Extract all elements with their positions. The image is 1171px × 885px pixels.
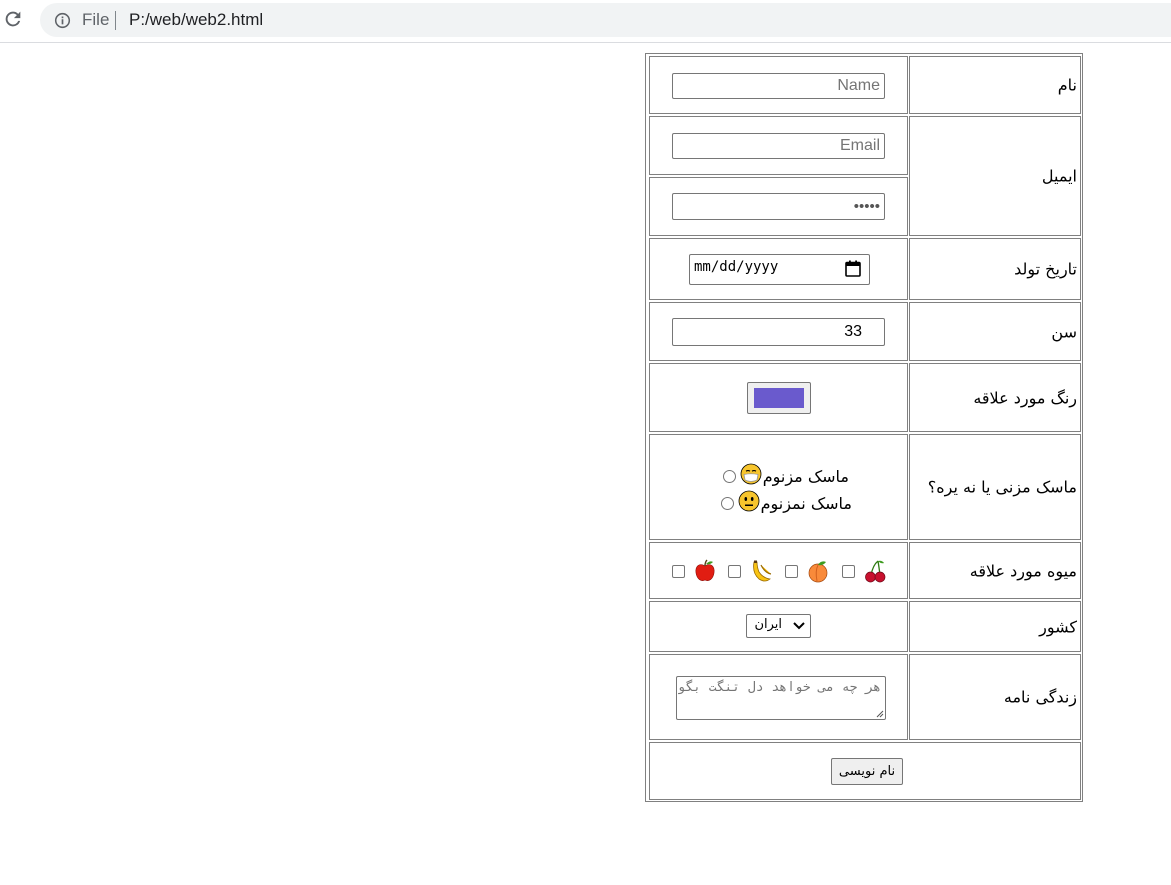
age-input[interactable]: 33 <box>672 318 885 346</box>
banana-checkbox[interactable] <box>728 565 741 578</box>
birthdate-input[interactable]: mm/dd/yyyy <box>689 254 870 285</box>
name-input[interactable] <box>672 73 885 99</box>
cherries-checkbox[interactable] <box>842 565 855 578</box>
birthdate-format: mm/dd/yyyy <box>694 259 779 275</box>
bio-label: زندگی نامه <box>1003 687 1077 707</box>
register-button[interactable]: نام نویسی <box>831 758 903 785</box>
bio-placeholder: هر چه می خواهد دل تنگت بگو <box>677 680 882 695</box>
mask-option-yes-label: ماسک مزنوم <box>762 466 849 486</box>
address-bar[interactable]: File P:/web/web2.html <box>40 3 1171 37</box>
birthdate-label: تاریخ تولد <box>1014 259 1077 279</box>
country-label: کشور <box>1039 617 1077 636</box>
registration-form-table: نام ••••• ایمیل mm/dd/yyyy تاریخ تولد 33 <box>645 53 1083 802</box>
password-dots: ••••• <box>853 198 880 215</box>
fruit-options-cell <box>649 542 908 599</box>
color-label: رنگ مورد علاقه <box>973 388 1077 407</box>
banana-icon <box>753 560 772 582</box>
country-select[interactable]: ایران <box>746 614 811 638</box>
country-selected: ایران <box>754 617 782 632</box>
age-value: 33 <box>844 323 862 340</box>
mask-label-cell: ماسک مزنی یا نه یره؟ <box>909 434 1081 540</box>
browser-toolbar: File P:/web/web2.html <box>0 0 1171 43</box>
info-icon[interactable] <box>54 12 71 29</box>
peach-checkbox[interactable] <box>785 565 798 578</box>
fruit-label-cell: میوه مورد علاقه <box>909 542 1081 599</box>
mask-yes-radio[interactable] <box>722 469 736 483</box>
country-label-cell: کشور <box>909 601 1081 652</box>
mask-option-no-label: ماسک نمزنوم <box>760 493 852 513</box>
age-label: سن <box>1051 322 1077 341</box>
age-input-cell: 33 <box>649 302 908 361</box>
apple-icon <box>695 559 715 581</box>
color-input-cell <box>649 363 908 432</box>
neutral-face-icon <box>738 490 760 516</box>
email-input-cell <box>649 116 908 175</box>
bio-label-cell: زندگی نامه <box>909 654 1081 740</box>
age-label-cell: سن <box>909 302 1081 361</box>
address-divider <box>115 11 116 30</box>
mask-no-radio[interactable] <box>720 496 734 510</box>
country-select-cell: ایران <box>649 601 908 652</box>
password-input[interactable]: ••••• <box>672 193 885 220</box>
email-label-cell: ایمیل <box>909 116 1081 236</box>
color-label-cell: رنگ مورد علاقه <box>909 363 1081 432</box>
bio-input-cell: هر چه می خواهد دل تنگت بگو <box>649 654 908 740</box>
birthdate-input-cell: mm/dd/yyyy <box>649 238 908 300</box>
mask-option-no[interactable]: ماسک نمزنوم <box>720 490 852 516</box>
face-with-mask-icon <box>740 463 762 489</box>
fruit-label: میوه مورد علاقه <box>969 561 1077 580</box>
mask-option-yes[interactable]: ماسک مزنوم <box>722 463 849 489</box>
color-swatch <box>754 388 804 408</box>
url-text[interactable]: P:/web/web2.html <box>129 10 263 30</box>
peach-icon <box>808 561 828 583</box>
color-picker[interactable] <box>747 382 811 414</box>
email-input[interactable] <box>672 133 885 159</box>
calendar-icon[interactable] <box>845 260 861 277</box>
name-input-cell <box>649 56 908 114</box>
chevron-down-icon <box>793 622 805 630</box>
birthdate-label-cell: تاریخ تولد <box>909 238 1081 300</box>
submit-cell: نام نویسی <box>649 742 1081 800</box>
name-label: نام <box>1057 75 1077 95</box>
password-input-cell: ••••• <box>649 177 908 236</box>
cherries-icon <box>865 560 886 583</box>
resize-grip-icon[interactable] <box>875 709 884 718</box>
reload-icon[interactable] <box>2 8 24 30</box>
bio-textarea[interactable]: هر چه می خواهد دل تنگت بگو <box>676 676 886 720</box>
scheme-label: File <box>82 10 110 29</box>
mask-options-cell: ماسک مزنوم ماسک نمزنوم <box>649 434 908 540</box>
apple-checkbox[interactable] <box>672 565 685 578</box>
email-label: ایمیل <box>1041 166 1077 186</box>
mask-label: ماسک مزنی یا نه یره؟ <box>927 477 1077 497</box>
name-label-cell: نام <box>909 56 1081 114</box>
